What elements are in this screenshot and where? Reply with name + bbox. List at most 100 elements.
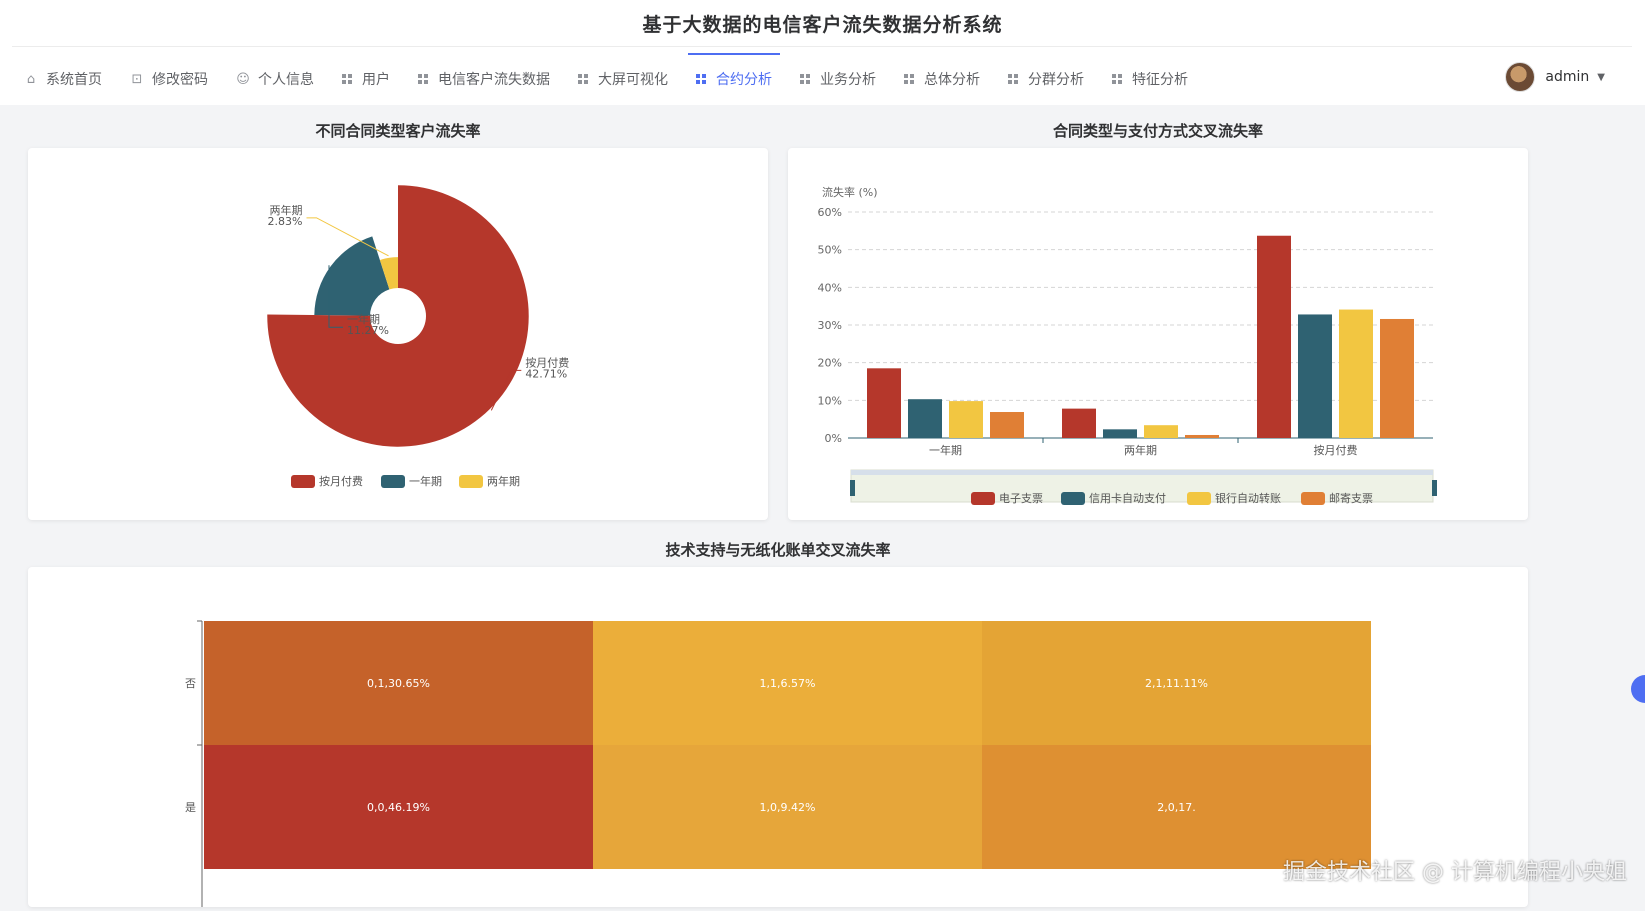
- grid-icon: [1112, 74, 1122, 84]
- grid-icon: [578, 74, 588, 84]
- heatmap-cell-label: 2,1,11.11%: [1145, 677, 1208, 690]
- avatar[interactable]: [1505, 62, 1536, 92]
- nav-item-7[interactable]: 业务分析: [786, 60, 890, 98]
- nav-label: 总体分析: [924, 72, 980, 88]
- y-tick-label: 60%: [818, 206, 842, 219]
- grid-icon: [342, 74, 352, 84]
- bar: [1144, 425, 1178, 438]
- legend-label: 邮寄支票: [1329, 491, 1373, 505]
- user-name[interactable]: admin: [1545, 69, 1589, 85]
- grouped-bar-chart: 流失率 (%) 0% 10% 20% 30% 40% 50% 60% 一年期 两年期 按月付费电子支…: [818, 185, 1437, 505]
- datazoom-left-handle: [850, 480, 855, 496]
- pie-label-value: 11.27%: [347, 324, 389, 337]
- y-tick-label: 50%: [818, 244, 842, 257]
- nav-label: 个人信息: [258, 72, 314, 88]
- pie-panel-title: 不同合同类型客户流失率: [315, 122, 481, 140]
- rose-pie-chart: 按月付费42.71%一年期11.27%两年期2.83%按月付费 一年期 两年期: [267, 185, 569, 488]
- bar: [990, 412, 1024, 438]
- legend-label: 一年期: [409, 474, 442, 488]
- divider: [12, 46, 1632, 47]
- legend-swatch: [1187, 492, 1211, 505]
- y-tick-label: 40%: [818, 281, 842, 294]
- main-nav: ⌂ 系统首页 ⊡ 修改密码 ☺ 个人信息 用户 电信客户流失数据 大屏可视化 合约分析 业务分析 总体…: [10, 53, 1202, 98]
- nav-item-10[interactable]: 特征分析: [1098, 60, 1202, 98]
- legend-swatch: [291, 475, 315, 488]
- bar-panel-title: 合同类型与支付方式交叉流失率: [1052, 122, 1263, 140]
- legend-label: 银行自动转账: [1215, 491, 1281, 505]
- x-tick-label: 一年期: [929, 443, 962, 457]
- bar-panel: 流失率 (%) 0% 10% 20% 30% 40% 50% 60% 一年期 两年期 按月付费 电子支…: [788, 148, 1528, 520]
- nav-label: 特征分析: [1132, 72, 1188, 88]
- x-tick-label: 按月付费: [1314, 443, 1358, 457]
- legend-label: 两年期: [487, 474, 520, 488]
- nav-item-8[interactable]: 总体分析: [890, 60, 994, 98]
- user-menu[interactable]: admin ▼: [1505, 62, 1605, 92]
- bar: [1298, 314, 1332, 438]
- legend-swatch: [1301, 492, 1325, 505]
- pie-slice: [267, 185, 529, 447]
- heatmap-cell-label: 2,0,17.: [1157, 801, 1195, 814]
- heatmap-panel-title: 技术支持与无纸化账单交叉流失率: [665, 541, 891, 559]
- nav-label: 大屏可视化: [598, 72, 668, 88]
- bar: [1339, 309, 1373, 438]
- grid-icon: [696, 74, 706, 84]
- heatmap-cell-label: 0,1,30.65%: [367, 677, 430, 690]
- bar: [867, 368, 901, 438]
- y-axis-title: 流失率 (%): [822, 185, 878, 199]
- nav-label: 系统首页: [46, 72, 102, 88]
- grid-icon: [800, 74, 810, 84]
- nav-item-0[interactable]: ⌂ 系统首页: [10, 60, 116, 98]
- nav-item-5[interactable]: 大屏可视化: [564, 60, 682, 98]
- bar: [1380, 318, 1414, 438]
- bar: [908, 399, 942, 438]
- grid-icon: [418, 74, 428, 84]
- nav-item-4[interactable]: 电信客户流失数据: [404, 60, 564, 98]
- legend-label: 按月付费: [319, 474, 363, 488]
- datazoom-right-handle: [1432, 480, 1437, 496]
- app-title: 基于大数据的电信客户流失数据分析系统: [642, 14, 1003, 36]
- nav-label: 合约分析: [716, 72, 772, 88]
- nav-item-6[interactable]: 合约分析: [682, 53, 786, 98]
- watermark: 掘金技术社区 @ 计算机编程小央姐: [1283, 860, 1627, 885]
- legend-swatch: [1061, 492, 1085, 505]
- nav-item-2[interactable]: ☺ 个人信息: [222, 60, 328, 98]
- home-icon: ⌂: [26, 71, 36, 87]
- bar: [949, 401, 983, 438]
- legend-swatch: [971, 492, 995, 505]
- datazoom-handle-bar: [851, 470, 1433, 475]
- legend-label: 信用卡自动支付: [1089, 492, 1166, 505]
- nav-item-1[interactable]: ⊡ 修改密码: [116, 60, 222, 98]
- bar: [1185, 434, 1219, 438]
- y-tick-label: 是: [185, 801, 196, 814]
- heatmap-cell-label: 1,1,6.57%: [760, 677, 816, 690]
- grid-icon: [904, 74, 914, 84]
- pie-panel: 按月付费 42.71% 一年期 11.27% 两年期 2.83% 按月付费 一年期 两年期: [28, 148, 768, 520]
- nav-label: 用户: [362, 72, 390, 88]
- nav-label: 电信客户流失数据: [438, 72, 550, 88]
- nav-label: 业务分析: [820, 72, 876, 88]
- nav-item-3[interactable]: 用户: [328, 60, 404, 98]
- top-bar: 基于大数据的电信客户流失数据分析系统 ⌂ 系统首页 ⊡ 修改密码 ☺ 个人信息 用户 电信客户…: [0, 0, 1645, 105]
- user-icon: ☺: [236, 71, 250, 87]
- heatmap-cell-label: 0,0,46.19%: [367, 801, 430, 814]
- y-tick-label: 0%: [825, 432, 842, 445]
- side-float-button[interactable]: [1631, 675, 1645, 703]
- bar: [1257, 235, 1291, 438]
- pie-label-value: 42.71%: [525, 367, 567, 380]
- heatmap-cell-label: 1,0,9.42%: [760, 801, 816, 814]
- nav-item-9[interactable]: 分群分析: [994, 60, 1098, 98]
- y-tick-label: 30%: [818, 319, 842, 332]
- lock-icon: ⊡: [131, 71, 143, 87]
- nav-label: 分群分析: [1028, 72, 1084, 88]
- pie-label-value: 2.83%: [268, 215, 303, 228]
- bar: [1062, 408, 1096, 438]
- legend-swatch: [459, 475, 483, 488]
- caret-down-icon[interactable]: ▼: [1597, 72, 1605, 83]
- bar: [1103, 429, 1137, 438]
- legend-label: 电子支票: [999, 492, 1043, 505]
- x-tick-label: 两年期: [1124, 443, 1157, 457]
- legend-swatch: [381, 475, 405, 488]
- grid-icon: [1008, 74, 1018, 84]
- pie-slice: [314, 236, 390, 316]
- y-tick-label: 10%: [818, 394, 842, 407]
